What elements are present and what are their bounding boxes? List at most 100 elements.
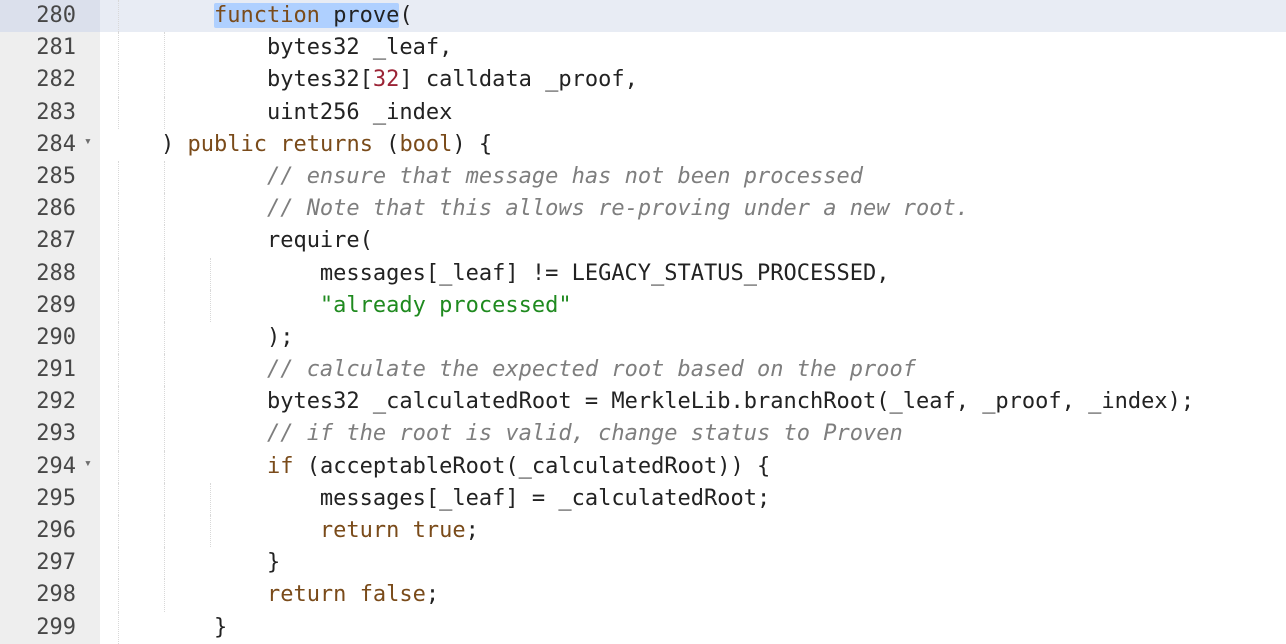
code-text: messages[_leaf] != LEGACY_STATUS_PROCESS… — [108, 261, 889, 286]
fold-gutter — [82, 225, 100, 257]
code-content[interactable]: // if the root is valid, change status t… — [100, 418, 1286, 450]
fold-gutter — [82, 386, 100, 418]
code-content[interactable]: function prove( — [100, 0, 1286, 32]
token-num: 32 — [373, 67, 400, 92]
code-line[interactable]: 292 bytes32 _calculatedRoot = MerkleLib.… — [0, 386, 1286, 418]
fold-toggle-icon[interactable] — [82, 451, 100, 483]
code-line[interactable]: 299 } — [0, 612, 1286, 644]
code-content[interactable]: messages[_leaf] = _calculatedRoot; — [100, 483, 1286, 515]
code-content[interactable]: bytes32 _leaf, — [100, 32, 1286, 64]
code-content[interactable]: bytes32[32] calldata _proof, — [100, 64, 1286, 96]
code-content[interactable]: // calculate the expected root based on … — [100, 354, 1286, 386]
code-text: function prove( — [108, 3, 413, 28]
code-content[interactable]: return false; — [100, 579, 1286, 611]
line-number: 294 — [0, 451, 82, 483]
token-cm: // ensure that message has not been proc… — [267, 164, 863, 189]
code-line[interactable]: 295 messages[_leaf] = _calculatedRoot; — [0, 483, 1286, 515]
code-line[interactable]: 281 bytes32 _leaf, — [0, 32, 1286, 64]
line-number: 280 — [0, 0, 82, 32]
token-ty: true — [413, 518, 466, 543]
token-id — [346, 582, 359, 607]
token-id: require( — [267, 228, 373, 253]
code-line[interactable]: 296 return true; — [0, 515, 1286, 547]
token-ty: false — [360, 582, 426, 607]
line-number: 281 — [0, 32, 82, 64]
code-content[interactable]: ); — [100, 322, 1286, 354]
code-line[interactable]: 294 if (acceptableRoot(_calculatedRoot))… — [0, 451, 1286, 483]
fold-gutter — [82, 97, 100, 129]
code-line[interactable]: 297 } — [0, 547, 1286, 579]
code-line[interactable]: 284 ) public returns (bool) { — [0, 129, 1286, 161]
token-cm: // if the root is valid, change status t… — [267, 421, 903, 446]
code-content[interactable]: "already processed" — [100, 290, 1286, 322]
code-text: return false; — [108, 582, 439, 607]
token-kw: return — [267, 582, 346, 607]
token-id: } — [267, 550, 280, 575]
code-line[interactable]: 289 "already processed" — [0, 290, 1286, 322]
code-editor[interactable]: 280 function prove(281 bytes32 _leaf,282… — [0, 0, 1286, 644]
token-id: uint256 _index — [267, 100, 452, 125]
line-number: 289 — [0, 290, 82, 322]
code-line[interactable]: 287 require( — [0, 225, 1286, 257]
token-sel: function prove — [214, 3, 399, 28]
code-content[interactable]: } — [100, 547, 1286, 579]
line-number: 298 — [0, 579, 82, 611]
code-content[interactable]: return true; — [100, 515, 1286, 547]
code-line[interactable]: 282 bytes32[32] calldata _proof, — [0, 64, 1286, 96]
code-text: } — [108, 550, 280, 575]
code-line[interactable]: 283 uint256 _index — [0, 97, 1286, 129]
token-id — [267, 132, 280, 157]
fold-gutter — [82, 515, 100, 547]
line-number: 286 — [0, 193, 82, 225]
token-id: ( — [373, 132, 400, 157]
token-id: (acceptableRoot(_calculatedRoot)) { — [293, 454, 770, 479]
code-text: // calculate the expected root based on … — [108, 357, 916, 382]
token-kw: return — [320, 518, 399, 543]
code-content[interactable]: if (acceptableRoot(_calculatedRoot)) { — [100, 451, 1286, 483]
fold-gutter — [82, 612, 100, 644]
token-id: ( — [399, 3, 412, 28]
fold-gutter — [82, 579, 100, 611]
code-line[interactable]: 290 ); — [0, 322, 1286, 354]
line-number: 296 — [0, 515, 82, 547]
code-text: return true; — [108, 518, 479, 543]
code-content[interactable]: messages[_leaf] != LEGACY_STATUS_PROCESS… — [100, 258, 1286, 290]
code-line[interactable]: 298 return false; — [0, 579, 1286, 611]
code-line[interactable]: 285 // ensure that message has not been … — [0, 161, 1286, 193]
code-content[interactable]: // ensure that message has not been proc… — [100, 161, 1286, 193]
fold-gutter — [82, 322, 100, 354]
code-content[interactable]: } — [100, 612, 1286, 644]
line-number: 291 — [0, 354, 82, 386]
token-id: bytes32 _leaf, — [267, 35, 452, 60]
code-content[interactable]: ) public returns (bool) { — [100, 129, 1286, 161]
line-number: 297 — [0, 547, 82, 579]
token-id: messages[_leaf] = _calculatedRoot; — [320, 486, 770, 511]
code-line[interactable]: 288 messages[_leaf] != LEGACY_STATUS_PRO… — [0, 258, 1286, 290]
code-text: // ensure that message has not been proc… — [108, 164, 863, 189]
code-text: uint256 _index — [108, 100, 452, 125]
code-text: bytes32 _calculatedRoot = MerkleLib.bran… — [108, 389, 1194, 414]
code-line[interactable]: 291 // calculate the expected root based… — [0, 354, 1286, 386]
token-id: ; — [466, 518, 479, 543]
token-id: bytes32 _calculatedRoot = MerkleLib.bran… — [267, 389, 1194, 414]
fold-gutter — [82, 0, 100, 32]
fold-gutter — [82, 161, 100, 193]
line-number: 299 — [0, 612, 82, 644]
line-number: 283 — [0, 97, 82, 129]
code-content[interactable]: bytes32 _calculatedRoot = MerkleLib.bran… — [100, 386, 1286, 418]
code-text: ); — [108, 325, 293, 350]
code-line[interactable]: 280 function prove( — [0, 0, 1286, 32]
code-content[interactable]: require( — [100, 225, 1286, 257]
code-line[interactable]: 293 // if the root is valid, change stat… — [0, 418, 1286, 450]
token-kw: if — [267, 454, 294, 479]
fold-gutter — [82, 64, 100, 96]
fold-toggle-icon[interactable] — [82, 129, 100, 161]
code-content[interactable]: // Note that this allows re-proving unde… — [100, 193, 1286, 225]
code-text: if (acceptableRoot(_calculatedRoot)) { — [108, 454, 770, 479]
token-id — [399, 518, 412, 543]
code-line[interactable]: 286 // Note that this allows re-proving … — [0, 193, 1286, 225]
fold-gutter — [82, 418, 100, 450]
code-content[interactable]: uint256 _index — [100, 97, 1286, 129]
fold-gutter — [82, 193, 100, 225]
fold-gutter — [82, 258, 100, 290]
